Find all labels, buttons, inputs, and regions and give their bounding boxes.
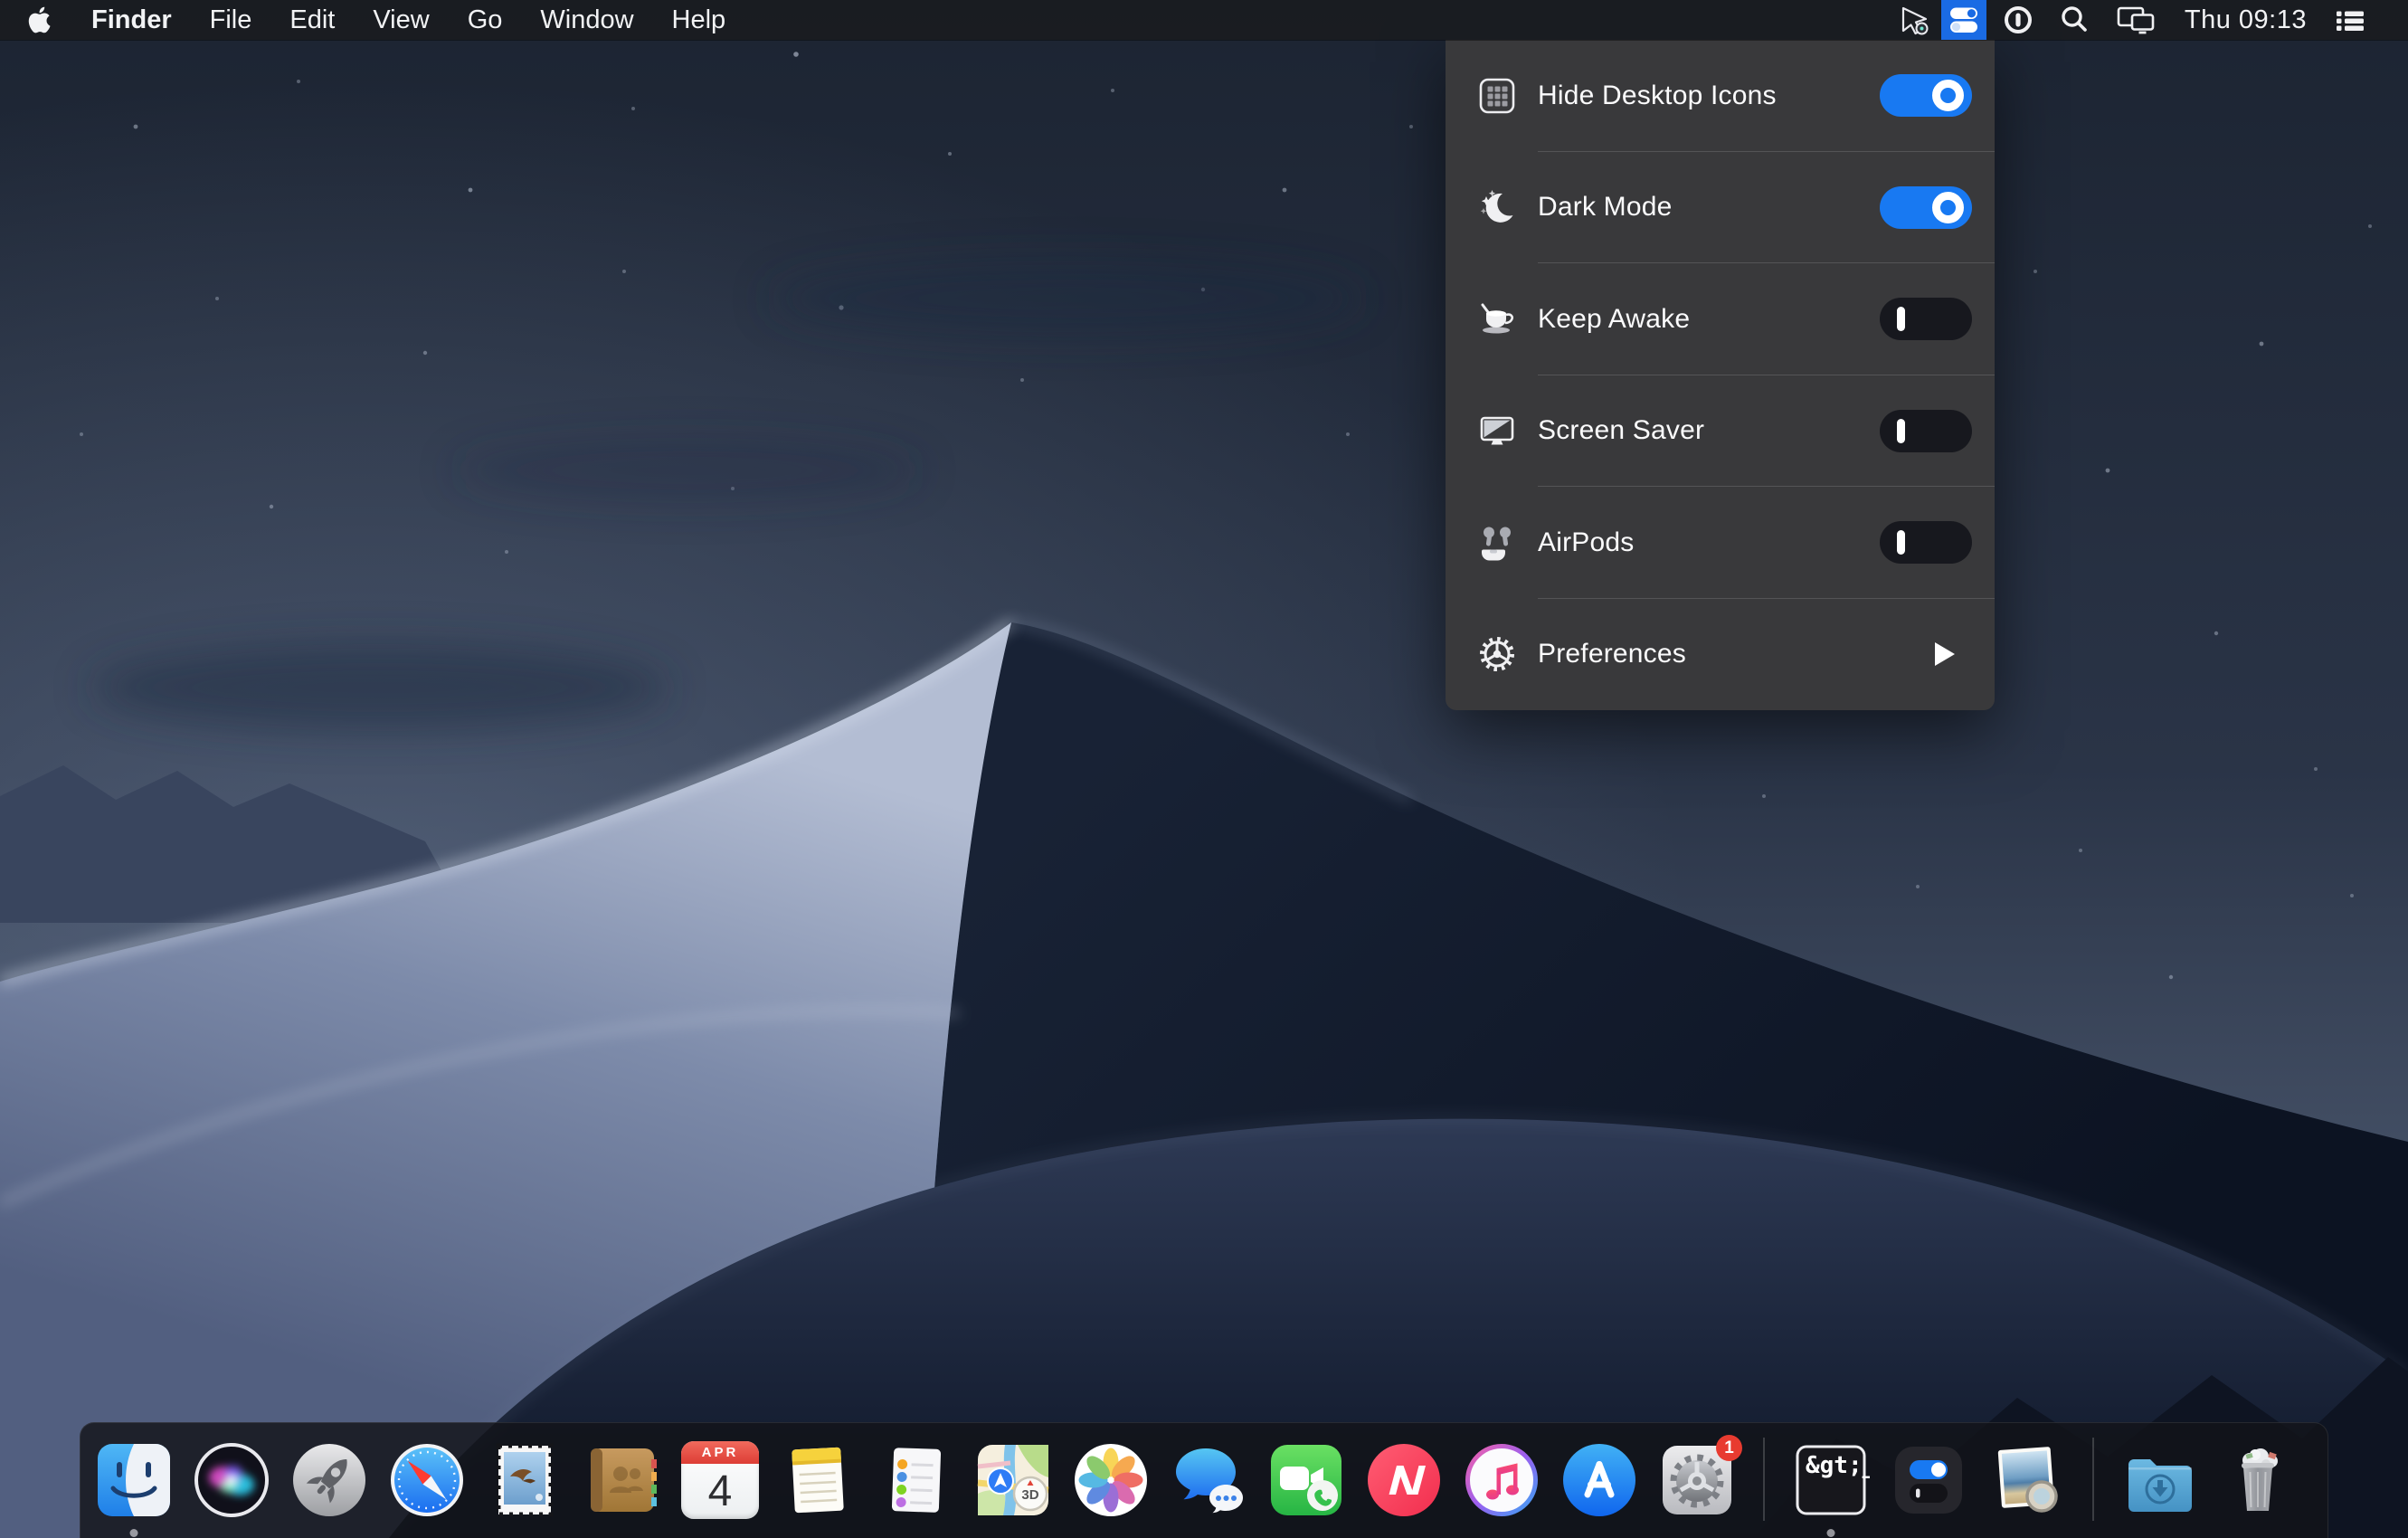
- dock-item-terminal[interactable]: &gt;_: [1792, 1441, 1870, 1519]
- dock-item-calendar[interactable]: APR 4: [681, 1441, 759, 1519]
- desktop-grid-icon: [1477, 76, 1517, 116]
- dock-item-notes[interactable]: [779, 1441, 857, 1519]
- spotlight-icon[interactable]: [2060, 0, 2089, 40]
- menu-label: Finder: [91, 5, 172, 35]
- menu-label: View: [373, 5, 429, 35]
- menu-label: Go: [468, 5, 503, 35]
- toggle-keep-awake[interactable]: [1880, 298, 1972, 340]
- dock: APR 4: [80, 1422, 2328, 1538]
- menu-item-app[interactable]: Finder: [72, 0, 191, 40]
- dock-item-preview[interactable]: [1987, 1441, 2065, 1519]
- dock-item-messages[interactable]: [1170, 1441, 1247, 1519]
- row-dark-mode[interactable]: Dark Mode: [1446, 152, 1995, 264]
- menu-bar: Finder File Edit View Go Window Help: [0, 0, 2408, 40]
- menu-label: Edit: [289, 5, 335, 35]
- dock-item-downloads[interactable]: [2121, 1441, 2199, 1519]
- row-label: Preferences: [1538, 639, 1686, 669]
- menu-item-window[interactable]: Window: [521, 0, 652, 40]
- one-switch-menu-icon[interactable]: [1941, 0, 1986, 40]
- dock-item-trash[interactable]: [2219, 1441, 2297, 1519]
- row-screen-saver[interactable]: Screen Saver: [1446, 375, 1995, 488]
- dock-item-safari[interactable]: [388, 1441, 466, 1519]
- screen-mirroring-icon[interactable]: [2115, 0, 2157, 40]
- menu-item-help[interactable]: Help: [653, 0, 745, 40]
- row-keep-awake[interactable]: Keep Awake: [1446, 263, 1995, 375]
- dock-divider: [1763, 1438, 1765, 1521]
- notification-badge: 1: [1716, 1435, 1742, 1461]
- running-indicator: [130, 1529, 138, 1537]
- dock-item-mail[interactable]: [486, 1441, 564, 1519]
- menu-bar-clock[interactable]: Thu 09:13: [2185, 5, 2307, 35]
- dock-item-contacts[interactable]: [583, 1441, 661, 1519]
- menu-item-view[interactable]: View: [354, 0, 448, 40]
- toggle-hide-desktop-icons[interactable]: [1880, 74, 1972, 117]
- row-label: Dark Mode: [1538, 192, 1673, 223]
- dock-item-system-preferences[interactable]: 1: [1658, 1441, 1736, 1519]
- dock-item-finder[interactable]: [95, 1441, 173, 1519]
- monitor-icon: [1477, 411, 1517, 451]
- dock-item-facetime[interactable]: [1267, 1441, 1345, 1519]
- row-hide-desktop-icons[interactable]: Hide Desktop Icons: [1446, 40, 1995, 152]
- row-label: Keep Awake: [1538, 304, 1690, 335]
- dock-divider: [2092, 1438, 2094, 1521]
- menu-label: Window: [540, 5, 633, 35]
- dock-item-launchpad[interactable]: [290, 1441, 368, 1519]
- menu-item-edit[interactable]: Edit: [270, 0, 354, 40]
- running-indicator: [1827, 1529, 1835, 1537]
- menu-label: File: [210, 5, 252, 35]
- apple-menu[interactable]: [0, 0, 72, 40]
- airpods-icon: [1477, 523, 1517, 563]
- dock-item-reminders[interactable]: [877, 1441, 954, 1519]
- maps-3d-label: 3D: [1021, 1487, 1038, 1503]
- submenu-arrow-icon: [1935, 642, 1955, 666]
- apple-logo-icon: [27, 6, 51, 33]
- dock-item-itunes[interactable]: [1463, 1441, 1541, 1519]
- toggle-dark-mode[interactable]: [1880, 186, 1972, 229]
- menu-item-go[interactable]: Go: [449, 0, 522, 40]
- menu-bar-status-area: Thu 09:13: [1898, 0, 2408, 40]
- row-preferences[interactable]: Preferences: [1446, 599, 1995, 711]
- toggle-screen-saver[interactable]: [1880, 410, 1972, 452]
- coffee-cup-icon: [1477, 299, 1517, 339]
- row-label: Hide Desktop Icons: [1538, 81, 1777, 111]
- dock-item-news[interactable]: [1365, 1441, 1443, 1519]
- dock-item-one-switch[interactable]: [1890, 1441, 1967, 1519]
- dock-item-appstore[interactable]: [1560, 1441, 1638, 1519]
- row-airpods[interactable]: AirPods: [1446, 487, 1995, 599]
- row-label: AirPods: [1538, 527, 1634, 558]
- menu-bar-left: Finder File Edit View Go Window Help: [0, 0, 744, 40]
- toggles-icon: [1948, 5, 1979, 35]
- dock-item-maps[interactable]: 3D: [974, 1441, 1052, 1519]
- gear-icon: [1477, 634, 1517, 674]
- calendar-day: 4: [681, 1464, 759, 1519]
- moon-sparkles-icon: [1477, 187, 1517, 227]
- calendar-icon: APR 4: [681, 1441, 759, 1519]
- pointer-app-icon[interactable]: [1898, 0, 1932, 40]
- dock-item-photos[interactable]: [1072, 1441, 1150, 1519]
- one-switch-panel: Hide Desktop Icons Dark Mode Keep Awake: [1446, 40, 1995, 710]
- terminal-prompt: &gt;_: [1806, 1452, 1870, 1479]
- calendar-month: APR: [681, 1441, 759, 1464]
- toggle-airpods[interactable]: [1880, 521, 1972, 564]
- menu-label: Help: [672, 5, 726, 35]
- menu-item-file[interactable]: File: [191, 0, 271, 40]
- dock-item-siri[interactable]: [193, 1441, 270, 1519]
- 1password-icon[interactable]: [2003, 0, 2034, 40]
- list-menu-icon[interactable]: [2330, 0, 2370, 40]
- row-label: Screen Saver: [1538, 415, 1704, 446]
- desktop-wallpaper: [0, 0, 2408, 1538]
